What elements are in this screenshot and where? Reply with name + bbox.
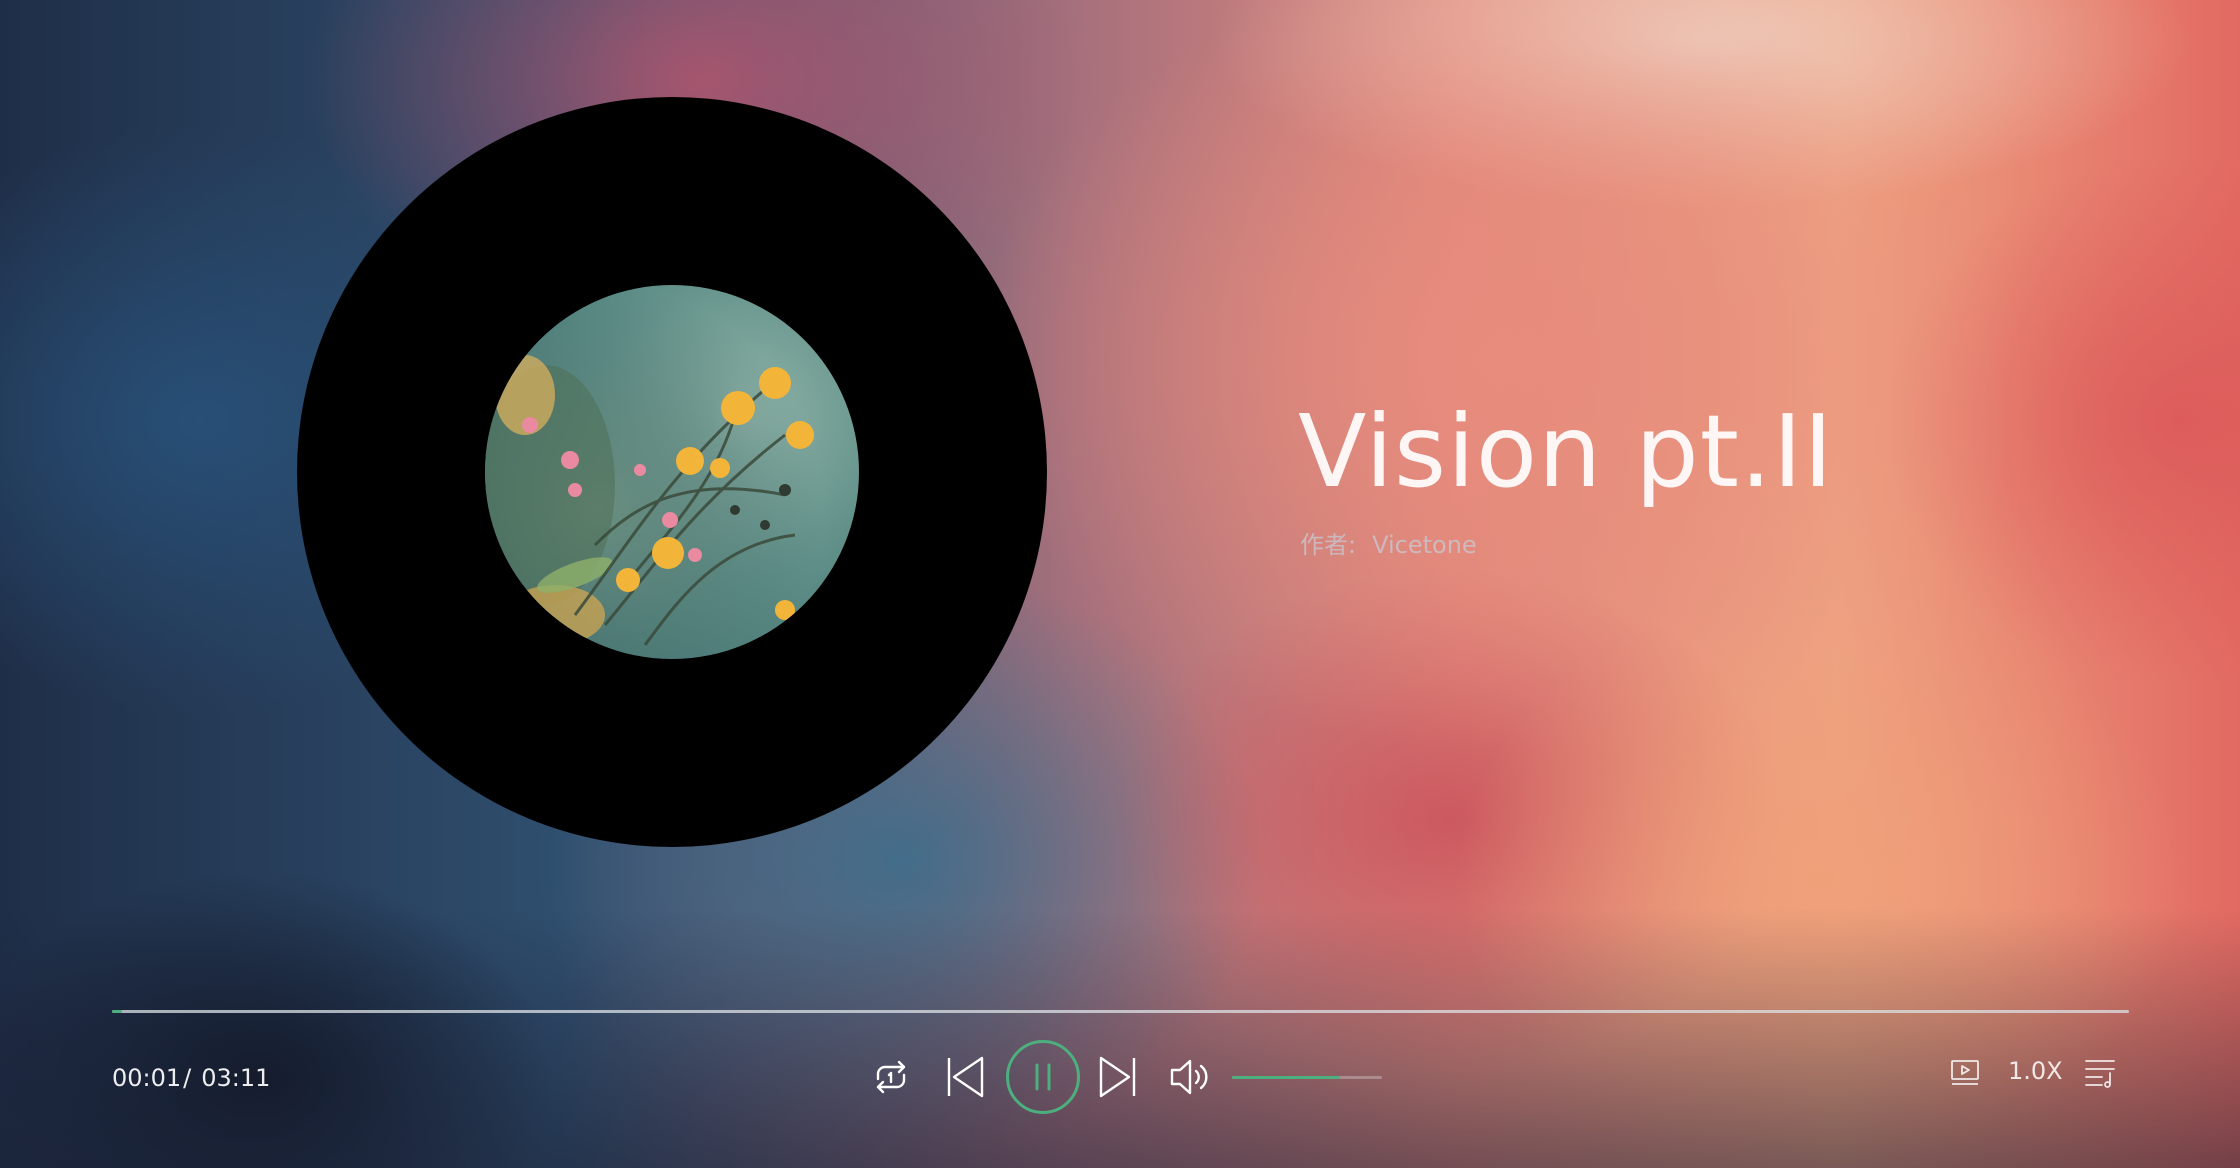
time-separator: / bbox=[183, 1064, 192, 1092]
volume-slider[interactable] bbox=[1232, 1076, 1382, 1079]
next-button[interactable] bbox=[1093, 1053, 1141, 1101]
loop-icon bbox=[876, 1060, 906, 1094]
skip-next-icon bbox=[1099, 1056, 1136, 1098]
song-artist-line: 作者: Vicetone bbox=[1300, 530, 1477, 560]
video-icon bbox=[1951, 1060, 1979, 1085]
total-time: 03:11 bbox=[201, 1064, 271, 1092]
album-cover-art bbox=[485, 285, 859, 659]
volume-fill bbox=[1232, 1076, 1340, 1079]
previous-button[interactable] bbox=[942, 1053, 990, 1101]
volume-icon bbox=[1170, 1059, 1208, 1095]
artist-name: Vicetone bbox=[1372, 531, 1477, 559]
progress-bar[interactable] bbox=[112, 1010, 2129, 1013]
progress-fill bbox=[112, 1010, 123, 1013]
album-cover bbox=[485, 285, 859, 659]
time-display: 00:01/ 03:11 bbox=[112, 1062, 270, 1094]
pause-icon bbox=[1035, 1063, 1051, 1091]
skip-previous-icon bbox=[947, 1056, 984, 1098]
playlist-button[interactable] bbox=[2082, 1055, 2118, 1089]
artist-label: 作者: bbox=[1300, 531, 1357, 559]
current-time: 00:01 bbox=[112, 1064, 182, 1092]
song-title: Vision pt.II bbox=[1298, 393, 1834, 510]
pause-button[interactable] bbox=[1006, 1040, 1080, 1114]
music-player: Vision pt.II 作者: Vicetone 00:01/ 03:11 1.… bbox=[0, 0, 2240, 1168]
mv-button[interactable] bbox=[1948, 1055, 1982, 1089]
playlist-icon bbox=[2085, 1060, 2115, 1088]
volume-button[interactable] bbox=[1168, 1054, 1214, 1100]
background-shade bbox=[0, 908, 2240, 1168]
vinyl-disc bbox=[297, 97, 1047, 847]
loop-button[interactable] bbox=[866, 1052, 916, 1102]
playback-speed-button[interactable]: 1.0X bbox=[2008, 1054, 2063, 1088]
